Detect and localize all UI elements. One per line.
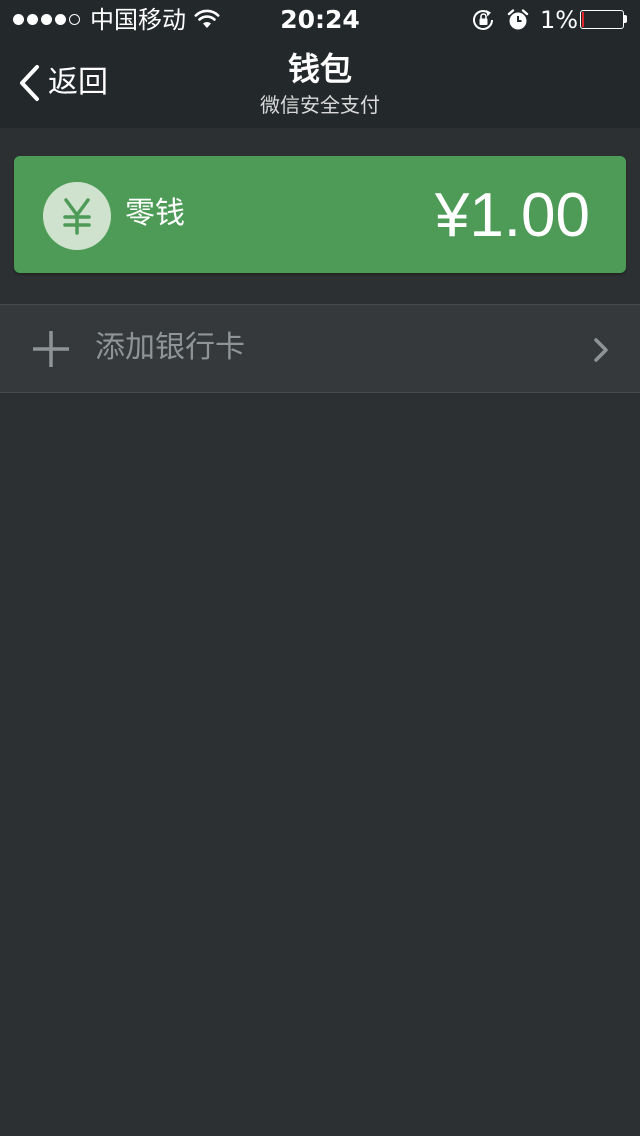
page-title: 钱包 [287,50,352,88]
wallet-screen: 中国移动 20:24 1% 返回 钱包 微信安全支付 零钱 ¥1.00 添加银行… [0,0,640,1136]
add-bank-card-row[interactable]: 添加银行卡 [0,304,640,393]
balance-label: 零钱 [125,196,185,231]
status-bar: 中国移动 20:24 1% [0,0,640,40]
alarm-icon [507,9,529,30]
page-subtitle: 微信安全支付 [260,93,380,117]
balance-card[interactable]: 零钱 ¥1.00 [14,156,626,273]
rotation-lock-icon [473,10,493,30]
add-bank-card-label: 添加银行卡 [95,330,245,365]
yen-icon [43,182,111,250]
battery-percent: 1% [540,6,579,34]
battery-icon [580,10,624,29]
battery-level [582,12,584,27]
balance-amount: ¥1.00 [434,181,590,250]
plus-icon [33,331,69,367]
chevron-right-icon [594,338,608,362]
top-bar: 中国移动 20:24 1% 返回 钱包 微信安全支付 [0,0,640,128]
